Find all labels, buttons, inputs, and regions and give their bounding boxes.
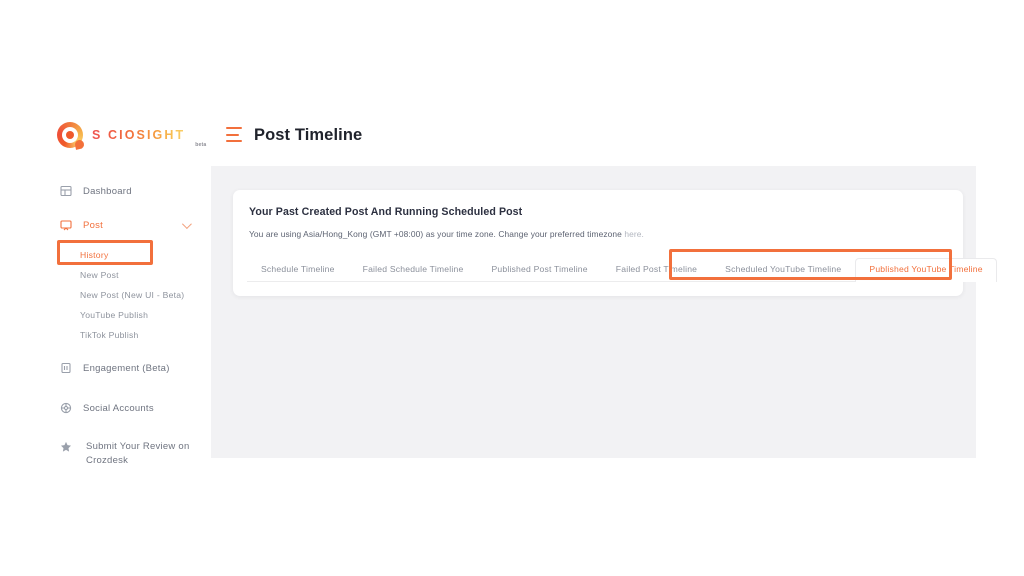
timezone-notice: You are using Asia/Hong_Kong (GMT +08:00… bbox=[247, 229, 949, 239]
sidebar-subitem-youtube-publish[interactable]: YouTube Publish bbox=[47, 305, 211, 325]
tab-published-post-timeline[interactable]: Published Post Timeline bbox=[477, 258, 601, 282]
chevron-down-icon[interactable] bbox=[181, 218, 192, 229]
sidebar-item-submit-review[interactable]: Submit Your Review on Crozdesk bbox=[47, 440, 211, 468]
sidebar-item-label: Post bbox=[83, 219, 104, 231]
timeline-tabs: Schedule Timeline Failed Schedule Timeli… bbox=[247, 257, 997, 282]
sidebar-subitem-new-post[interactable]: New Post bbox=[47, 265, 211, 285]
sidebar-item-label: Submit Your Review on Crozdesk bbox=[86, 441, 190, 466]
sidebar-item-label: Engagement (Beta) bbox=[83, 362, 170, 374]
sidebar-item-label: Dashboard bbox=[83, 185, 132, 197]
brand-suffix: beta bbox=[195, 142, 207, 148]
tab-failed-schedule-timeline[interactable]: Failed Schedule Timeline bbox=[349, 258, 478, 282]
sidebar-item-social-accounts[interactable]: Social Accounts bbox=[47, 398, 211, 418]
sidebar-item-post[interactable]: Post bbox=[47, 215, 211, 235]
brand-wordmark: S CIOSIGHT bbox=[92, 128, 186, 142]
engagement-clipboard-icon bbox=[60, 362, 72, 374]
timeline-card: Your Past Created Post And Running Sched… bbox=[233, 190, 997, 296]
app-root: S CIOSIGHT beta Post Timeline Dashboard bbox=[0, 0, 1024, 576]
sidebar-subitem-tiktok-publish[interactable]: TikTok Publish bbox=[47, 325, 211, 345]
sidebar-subitem-label: New Post (New UI - Beta) bbox=[80, 290, 185, 300]
sidebar-subitem-label: YouTube Publish bbox=[80, 310, 149, 320]
tab-published-youtube-timeline[interactable]: Published YouTube Timeline bbox=[855, 258, 997, 282]
tab-scheduled-youtube-timeline[interactable]: Scheduled YouTube Timeline bbox=[711, 258, 855, 282]
sociosight-circle-logo-icon bbox=[57, 122, 85, 150]
content-area: Your Past Created Post And Running Sched… bbox=[211, 166, 997, 458]
brand-logo[interactable]: S CIOSIGHT beta bbox=[57, 120, 206, 150]
sidebar-subitem-new-post-beta[interactable]: New Post (New UI - Beta) bbox=[47, 285, 211, 305]
sidebar-item-dashboard[interactable]: Dashboard bbox=[47, 181, 211, 201]
social-globe-icon bbox=[60, 402, 72, 414]
sidebar-subitem-label: TikTok Publish bbox=[80, 330, 139, 340]
tab-failed-post-timeline[interactable]: Failed Post Timeline bbox=[602, 258, 711, 282]
hamburger-menu-icon[interactable] bbox=[226, 127, 242, 142]
page-title: Post Timeline bbox=[254, 126, 363, 144]
post-submenu: History New Post New Post (New UI - Beta… bbox=[47, 245, 211, 345]
sidebar: Dashboard Post History New Post New Post… bbox=[47, 166, 211, 466]
card-title: Your Past Created Post And Running Sched… bbox=[249, 206, 523, 218]
timezone-change-link[interactable]: here. bbox=[624, 229, 644, 239]
sidebar-subitem-label: New Post bbox=[80, 270, 119, 280]
timezone-text: You are using Asia/Hong_Kong (GMT +08:00… bbox=[249, 229, 625, 239]
sidebar-item-label: Social Accounts bbox=[83, 402, 154, 414]
star-icon bbox=[60, 441, 72, 453]
sidebar-subitem-history[interactable]: History bbox=[47, 245, 211, 265]
tab-schedule-timeline[interactable]: Schedule Timeline bbox=[247, 258, 349, 282]
post-monitor-icon bbox=[60, 219, 72, 231]
dashboard-grid-icon bbox=[60, 185, 72, 197]
sidebar-subitem-label: History bbox=[80, 250, 109, 260]
sidebar-item-engagement[interactable]: Engagement (Beta) bbox=[47, 358, 211, 378]
